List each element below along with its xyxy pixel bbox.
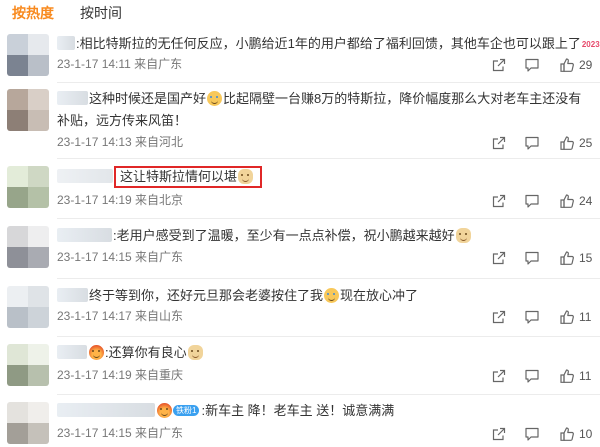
comment-item: :老用户感受到了温暖，至少有一点点补偿，祝小鹏越来越好 23-1-17 14:1… — [0, 222, 600, 280]
divider — [57, 394, 600, 395]
doge-emoji — [187, 345, 203, 360]
username-blurred[interactable] — [57, 228, 112, 242]
share-icon[interactable] — [491, 426, 507, 442]
thumbs-up-icon[interactable] — [559, 309, 575, 325]
comment-body: 这种时候还是国产好 — [89, 91, 207, 106]
reply-icon[interactable] — [524, 135, 540, 151]
comment-actions: 10 — [480, 425, 600, 443]
avatar[interactable] — [7, 344, 49, 386]
comment-meta: 23-1-17 14:19 来自北京 — [57, 193, 184, 207]
laugh-cry-emoji — [207, 91, 223, 106]
comment-meta: 23-1-17 14:15 来自广东 — [57, 426, 184, 440]
comment-body: :新车主 降！老车主 送！诚意满满 — [201, 403, 395, 418]
share-icon[interactable] — [491, 250, 507, 266]
comment-body: 终于等到你，还好元旦那会老婆按住了我 — [89, 288, 324, 303]
comment-meta: 23-1-17 14:11 来自广东 — [57, 57, 183, 71]
sort-tabs: 按热度 按时间 — [0, 0, 600, 30]
doge-emoji — [238, 169, 254, 184]
username-blurred[interactable] — [57, 403, 155, 417]
share-icon[interactable] — [491, 368, 507, 384]
share-icon[interactable] — [491, 57, 507, 73]
comment-body: :老用户感受到了温暖，至少有一点点补偿，祝小鹏越来越好 — [113, 228, 455, 243]
comment-text: 终于等到你，还好元旦那会老婆按住了我 现在放心冲了 — [57, 285, 592, 307]
comment-text: :老用户感受到了温暖，至少有一点点补偿，祝小鹏越来越好 — [57, 225, 592, 247]
comment-actions: 25 — [480, 134, 600, 152]
avatar[interactable] — [7, 34, 49, 76]
username-blurred[interactable] — [57, 36, 75, 50]
comment-item: 这种时候还是国产好 比起隔壁一台赚8万的特斯拉，降价幅度那么大对老车主还没有补贴，… — [0, 86, 600, 160]
like-count: 29 — [579, 58, 593, 72]
username-blurred[interactable] — [57, 91, 88, 105]
like-count: 25 — [579, 136, 593, 150]
avatar[interactable] — [7, 166, 49, 208]
comment-actions: 11 — [480, 308, 600, 326]
like-count: 15 — [579, 251, 593, 265]
fire-emoji — [157, 403, 172, 418]
highlight-box: 这让特斯拉情何以堪 — [114, 166, 263, 188]
divider — [57, 218, 600, 219]
comment-text: :还算你有良心 — [57, 342, 592, 364]
comment-text: :相比特斯拉的无任何反应，小鹏给近1年的用户都给了福利回馈，其他车企也可以跟上了… — [57, 33, 600, 56]
tab-by-time[interactable]: 按时间 — [80, 5, 122, 21]
divider — [57, 82, 600, 83]
comment-text: 这让特斯拉情何以堪 — [57, 166, 592, 188]
tab-by-popularity[interactable]: 按热度 — [12, 5, 54, 21]
share-icon[interactable] — [491, 135, 507, 151]
comment-body-continued: 现在放心冲了 — [340, 288, 419, 303]
thumbs-up-icon[interactable] — [559, 193, 575, 209]
share-icon[interactable] — [491, 309, 507, 325]
divider — [57, 336, 600, 337]
share-icon[interactable] — [491, 193, 507, 209]
year-2023-emoji: 2023 — [581, 40, 600, 49]
fan-badge: 铁粉1 — [173, 405, 200, 416]
comment-body: :相比特斯拉的无任何反应，小鹏给近1年的用户都给了福利回馈，其他车企也可以跟上了 — [76, 36, 581, 51]
avatar[interactable] — [7, 226, 49, 268]
like-count: 11 — [579, 369, 592, 383]
avatar[interactable] — [7, 286, 49, 328]
comment-item: :还算你有良心 23-1-17 14:19 来自重庆 11 — [0, 340, 600, 398]
reply-icon[interactable] — [524, 250, 540, 266]
reply-icon[interactable] — [524, 309, 540, 325]
comment-meta: 23-1-17 14:17 来自山东 — [57, 309, 184, 323]
comment-meta: 23-1-17 14:13 来自河北 — [57, 135, 184, 149]
thumbs-up-icon[interactable] — [559, 426, 575, 442]
avatar[interactable] — [7, 89, 49, 131]
divider — [57, 278, 600, 279]
username-blurred[interactable] — [57, 169, 113, 183]
laugh-cry-emoji — [324, 288, 340, 303]
comment-actions: 15 — [480, 249, 600, 267]
comment-actions: 29 — [480, 56, 600, 74]
fire-emoji — [89, 345, 104, 360]
comment-text: 铁粉1:新车主 降！老车主 送！诚意满满 — [57, 400, 592, 422]
doge-emoji — [455, 228, 471, 243]
like-count: 11 — [579, 310, 592, 324]
thumbs-up-icon[interactable] — [559, 135, 575, 151]
like-count: 24 — [579, 194, 593, 208]
comment-actions: 24 — [480, 192, 600, 210]
thumbs-up-icon[interactable] — [559, 250, 575, 266]
reply-icon[interactable] — [524, 57, 540, 73]
comment-body: :还算你有良心 — [105, 345, 187, 360]
comment-meta: 23-1-17 14:15 来自广东 — [57, 250, 184, 264]
comment-item: 这让特斯拉情何以堪 23-1-17 14:19 来自北京 24 — [0, 162, 600, 220]
reply-icon[interactable] — [524, 368, 540, 384]
comment-actions: 11 — [480, 367, 600, 385]
comment-item: :相比特斯拉的无任何反应，小鹏给近1年的用户都给了福利回馈，其他车企也可以跟上了… — [0, 30, 600, 88]
avatar[interactable] — [7, 402, 49, 444]
comment-meta: 23-1-17 14:19 来自重庆 — [57, 368, 184, 382]
comment-item: 铁粉1:新车主 降！老车主 送！诚意满满 23-1-17 14:15 来自广东 … — [0, 398, 600, 447]
like-count: 10 — [579, 427, 593, 441]
reply-icon[interactable] — [524, 193, 540, 209]
divider — [57, 158, 600, 159]
username-blurred[interactable] — [57, 288, 88, 302]
thumbs-up-icon[interactable] — [559, 368, 575, 384]
comment-body: 这让特斯拉情何以堪 — [120, 169, 238, 184]
username-blurred[interactable] — [57, 345, 87, 359]
comment-item: 终于等到你，还好元旦那会老婆按住了我 现在放心冲了 23-1-17 14:17 来… — [0, 282, 600, 340]
thumbs-up-icon[interactable] — [559, 57, 575, 73]
reply-icon[interactable] — [524, 426, 540, 442]
comment-text: 这种时候还是国产好 比起隔壁一台赚8万的特斯拉，降价幅度那么大对老车主还没有补贴，… — [57, 88, 587, 132]
